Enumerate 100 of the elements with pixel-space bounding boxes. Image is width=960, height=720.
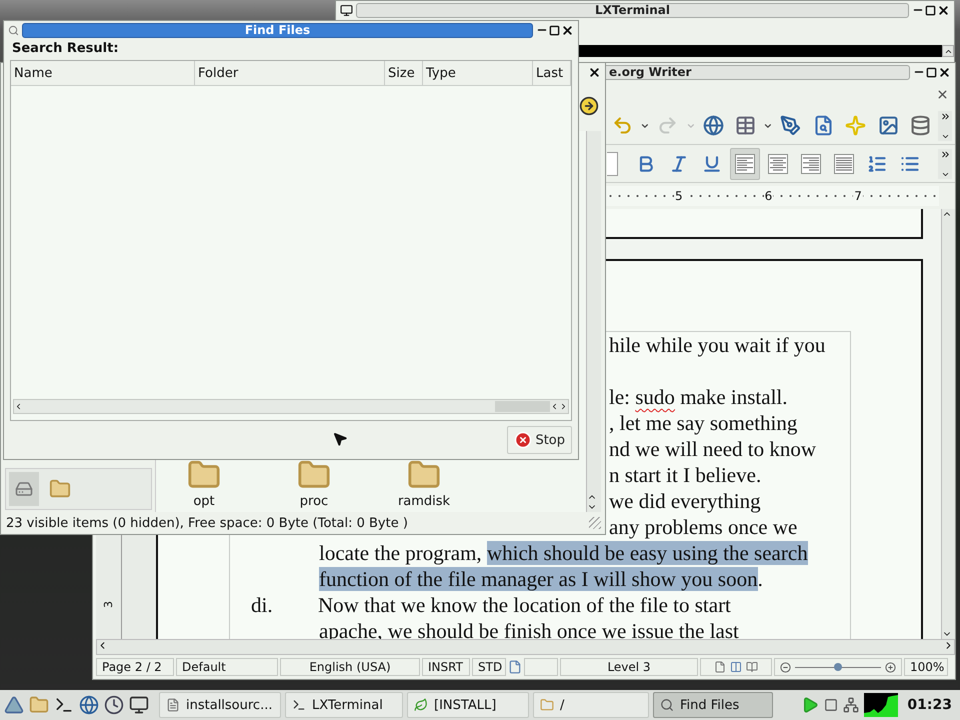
pen-icon bbox=[780, 115, 802, 136]
zoom-percent: 100% bbox=[904, 658, 948, 676]
drive-button[interactable] bbox=[9, 472, 39, 506]
column-header[interactable]: Type bbox=[423, 61, 533, 85]
document-text: , let me say something bbox=[609, 410, 798, 436]
font-size-field[interactable] bbox=[607, 152, 618, 176]
redo-icon bbox=[657, 115, 678, 136]
document-text: hile while you wait if you bbox=[609, 332, 826, 358]
monitor-icon[interactable] bbox=[129, 695, 149, 715]
network-icon[interactable] bbox=[843, 697, 860, 713]
column-header[interactable]: Size bbox=[385, 61, 423, 85]
status-text: 23 visible items (0 hidden), Free space: 0 Byte (Total: 0 Byte ) bbox=[6, 516, 408, 530]
scroll-right-icon[interactable] bbox=[559, 402, 568, 411]
close-document-icon[interactable] bbox=[936, 88, 949, 100]
drive-icon bbox=[15, 480, 33, 498]
folder-icon bbox=[540, 698, 554, 712]
play-icon[interactable] bbox=[801, 696, 820, 714]
close-icon[interactable] bbox=[938, 66, 951, 78]
horizontal-scrollbar[interactable] bbox=[13, 399, 569, 414]
zoom-in-icon[interactable] bbox=[885, 662, 896, 672]
undo-icon bbox=[612, 115, 634, 136]
two-page-icon[interactable] bbox=[730, 661, 742, 673]
document-text: le: sudo make install. bbox=[609, 384, 788, 410]
column-header[interactable]: Folder bbox=[195, 61, 385, 85]
square-icon[interactable] bbox=[824, 698, 838, 712]
search-icon bbox=[8, 24, 19, 36]
vertical-scrollbar[interactable] bbox=[941, 209, 955, 639]
document-text: we did everything bbox=[609, 488, 761, 514]
status-cell bbox=[524, 658, 558, 676]
globe-icon[interactable] bbox=[79, 695, 99, 715]
close-icon[interactable] bbox=[561, 24, 574, 36]
triangle-icon[interactable] bbox=[4, 695, 24, 715]
scrollbar-thumb[interactable] bbox=[495, 401, 550, 412]
taskbar-button[interactable]: LXTerminal bbox=[285, 692, 403, 718]
database-icon bbox=[910, 115, 932, 136]
table-icon bbox=[735, 115, 756, 136]
align-center-icon bbox=[768, 154, 788, 174]
column-header[interactable]: Name bbox=[11, 61, 195, 85]
ruler-label: 6 bbox=[764, 189, 774, 203]
language-status: English (USA) bbox=[280, 658, 420, 676]
document-text: any problems once we bbox=[609, 514, 798, 540]
ruler-label: 3 bbox=[102, 601, 115, 608]
align-left-button[interactable] bbox=[730, 148, 760, 180]
window-title: LXTerminal bbox=[356, 2, 909, 18]
folder-label[interactable]: ramdisk bbox=[398, 494, 450, 509]
clock-icon[interactable] bbox=[104, 695, 124, 715]
more-icon[interactable] bbox=[940, 110, 951, 122]
terminal-icon bbox=[340, 4, 353, 16]
taskbar-button[interactable]: Find Files bbox=[653, 692, 773, 718]
maximize-icon[interactable] bbox=[925, 4, 936, 16]
underline-icon bbox=[702, 154, 722, 174]
document-text: locate the program, which should be easy using the search bbox=[319, 540, 808, 566]
vertical-scrollbar[interactable] bbox=[586, 131, 601, 512]
star-icon bbox=[845, 115, 866, 136]
horizontal-scrollbar[interactable] bbox=[96, 639, 955, 655]
document-text: Now that we know the location of the file to start bbox=[318, 592, 731, 618]
column-header[interactable]: Last bbox=[533, 61, 571, 85]
close-icon[interactable] bbox=[937, 4, 950, 16]
taskbar-button[interactable]: installsourc... bbox=[159, 692, 281, 718]
maximize-icon[interactable] bbox=[549, 24, 560, 36]
close-icon[interactable] bbox=[588, 66, 601, 78]
go-icon[interactable] bbox=[579, 96, 599, 116]
zoom-out-icon[interactable] bbox=[780, 662, 791, 672]
scroll-left-icon[interactable] bbox=[550, 402, 559, 411]
page-status: Page 2 / 2 bbox=[96, 658, 174, 676]
outline-level-status: Level 3 bbox=[560, 658, 698, 676]
document-text: nd we will need to know bbox=[609, 436, 816, 462]
justify-icon bbox=[834, 154, 854, 174]
document-text: apache, we should be finish once we issue the last bbox=[319, 618, 739, 644]
ruler-label: 5 bbox=[674, 189, 684, 203]
more-icon[interactable] bbox=[940, 148, 950, 160]
cursor-icon bbox=[332, 431, 348, 447]
document-text: function of the file manager as I will show you soon. bbox=[319, 566, 763, 592]
cpu-graph-drawing bbox=[864, 693, 898, 717]
document-text: n start it I believe. bbox=[609, 462, 762, 488]
book-view-icon[interactable] bbox=[746, 661, 758, 673]
terminal-icon bbox=[292, 698, 306, 712]
clock-text: 01:23 bbox=[906, 697, 953, 713]
document-icon bbox=[166, 698, 180, 712]
stop-button[interactable]: Stop bbox=[507, 426, 572, 454]
search-icon bbox=[660, 698, 674, 712]
single-page-icon[interactable] bbox=[714, 661, 726, 673]
scroll-left-icon[interactable] bbox=[14, 402, 23, 411]
align-right-icon bbox=[801, 154, 821, 174]
taskbar-button[interactable]: / bbox=[533, 692, 649, 718]
window-title: Find Files bbox=[22, 22, 533, 38]
insert-mode-status: INSRT bbox=[422, 658, 470, 676]
folder-label[interactable]: opt bbox=[193, 494, 215, 509]
align-left-icon bbox=[735, 154, 755, 174]
zoom-thumb[interactable] bbox=[834, 662, 842, 670]
globe-icon bbox=[702, 115, 724, 136]
image-icon bbox=[878, 115, 899, 136]
italic-icon bbox=[669, 154, 689, 174]
resize-grip[interactable] bbox=[589, 517, 601, 529]
folder-label[interactable]: proc bbox=[300, 494, 328, 509]
magnifier-icon bbox=[812, 115, 834, 136]
ruler-label: 7 bbox=[853, 189, 863, 203]
maximize-icon[interactable] bbox=[926, 66, 937, 78]
taskbar-button[interactable]: [INSTALL] bbox=[407, 692, 529, 718]
stop-icon bbox=[514, 431, 532, 449]
